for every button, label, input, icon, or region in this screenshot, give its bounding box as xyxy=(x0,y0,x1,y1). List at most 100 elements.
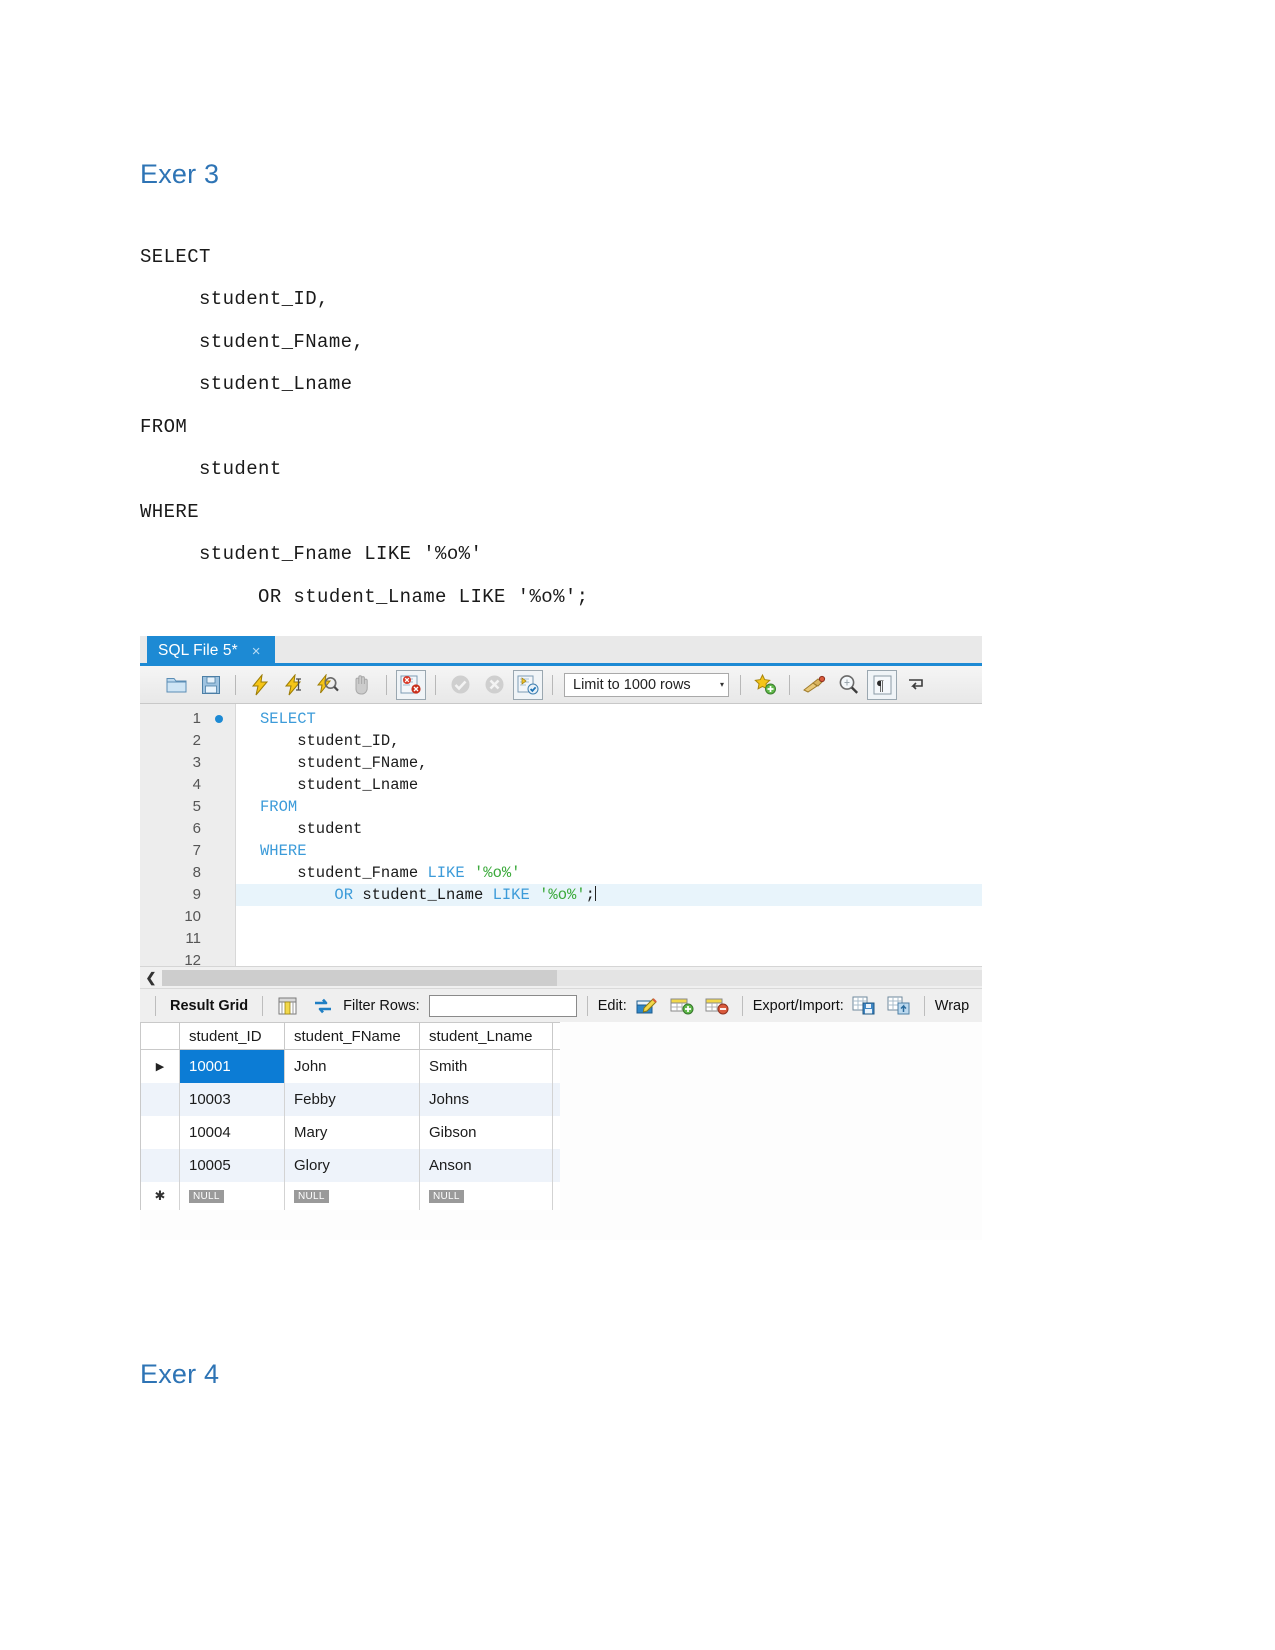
new-row-marker[interactable]: ✱ xyxy=(141,1182,180,1210)
row-limit-dropdown[interactable]: Limit to 1000 rows ▾ xyxy=(564,672,729,697)
add-row-icon[interactable] xyxy=(667,991,697,1021)
table-cell[interactable]: John xyxy=(285,1050,420,1083)
mysql-workbench-screenshot: SQL File 5* × Limit to 1000 rows ▾ ¶ 1 2… xyxy=(140,636,982,1240)
svg-text:¶: ¶ xyxy=(877,678,884,694)
editor-horizontal-scrollbar[interactable]: ❮ xyxy=(140,966,982,988)
find-icon[interactable] xyxy=(833,670,863,700)
toolbar-separator xyxy=(923,995,925,1016)
table-cell[interactable]: Anson xyxy=(420,1149,553,1182)
row-marker-header xyxy=(141,1023,180,1049)
sql-code-block: SELECT student_ID, student_FName, studen… xyxy=(140,236,1140,619)
toggle-stop-on-error-icon[interactable] xyxy=(396,669,426,700)
explain-statement-icon[interactable] xyxy=(313,670,343,700)
column-header[interactable]: student_Lname xyxy=(420,1023,553,1049)
toolbar-separator xyxy=(740,674,741,695)
row-marker[interactable] xyxy=(141,1149,180,1182)
filter-rows-input[interactable] xyxy=(428,994,577,1017)
editor-toolbar: Limit to 1000 rows ▾ ¶ xyxy=(140,666,982,704)
delete-row-icon[interactable] xyxy=(702,991,732,1021)
rollback-icon[interactable] xyxy=(479,670,509,700)
export-recordset-icon[interactable] xyxy=(849,991,879,1021)
sql-identifier: student_ID, xyxy=(260,732,400,750)
sql-text-line: FROM xyxy=(140,415,188,438)
line-number: 6 xyxy=(192,820,201,837)
code-line[interactable]: FROM xyxy=(236,796,982,818)
save-script-icon[interactable] xyxy=(196,670,226,700)
table-cell[interactable]: Febby xyxy=(285,1083,420,1116)
wrap-label: Wrap xyxy=(934,997,970,1014)
row-marker[interactable] xyxy=(141,1116,180,1149)
sql-keyword: LIKE xyxy=(427,864,465,882)
code-line[interactable]: student_Fname LIKE '%o%' xyxy=(236,862,982,884)
table-row[interactable]: 10005 Glory Anson xyxy=(141,1149,560,1182)
result-grid-label: Result Grid xyxy=(170,997,249,1014)
table-row[interactable]: ▶ 10001 John Smith xyxy=(141,1050,560,1083)
open-sql-script-icon[interactable] xyxy=(162,670,192,700)
sql-text-line: student_Fname LIKE '%o%' xyxy=(140,543,483,566)
table-cell[interactable]: 10001 xyxy=(180,1050,285,1083)
commit-icon[interactable] xyxy=(445,670,475,700)
close-icon[interactable]: × xyxy=(252,644,261,659)
tab-label: SQL File 5* xyxy=(158,642,238,659)
execute-current-statement-icon[interactable] xyxy=(279,670,309,700)
editor-code-area[interactable]: SELECT student_ID, student_FName, studen… xyxy=(236,704,982,966)
scrollbar-track[interactable] xyxy=(162,969,982,986)
sql-identifier: student_FName, xyxy=(260,754,428,772)
sql-text-line: student xyxy=(140,458,282,481)
stop-script-icon[interactable] xyxy=(347,670,377,700)
toolbar-separator xyxy=(155,995,156,1016)
column-header[interactable]: student_ID xyxy=(180,1023,285,1049)
table-cell[interactable]: 10004 xyxy=(180,1116,285,1149)
beautify-query-icon[interactable] xyxy=(799,670,829,700)
sql-keyword: SELECT xyxy=(260,710,316,728)
code-line[interactable]: student_ID, xyxy=(236,730,982,752)
table-row[interactable]: 10004 Mary Gibson xyxy=(141,1116,560,1149)
edit-row-icon[interactable] xyxy=(632,991,662,1021)
sql-identifier: ; xyxy=(585,886,595,904)
import-recordset-icon[interactable] xyxy=(884,991,914,1021)
table-cell[interactable]: 10005 xyxy=(180,1149,285,1182)
code-line[interactable]: OR student_Lname LIKE '%o%'; xyxy=(236,884,982,906)
scrollbar-thumb[interactable] xyxy=(162,969,557,986)
code-line[interactable] xyxy=(236,928,982,950)
table-cell[interactable]: Glory xyxy=(285,1149,420,1182)
save-snippet-icon[interactable] xyxy=(750,670,780,700)
code-line[interactable]: student_Lname xyxy=(236,774,982,796)
tab-sql-file-5[interactable]: SQL File 5* × xyxy=(147,636,275,666)
page-title-exer-4: Exer 4 xyxy=(140,1359,220,1389)
row-marker[interactable]: ▶ xyxy=(141,1050,180,1083)
refresh-icon[interactable] xyxy=(308,991,338,1021)
toggle-autocommit-icon[interactable] xyxy=(513,669,543,700)
show-invisible-chars-icon[interactable]: ¶ xyxy=(867,669,897,700)
table-cell[interactable]: Smith xyxy=(420,1050,553,1083)
line-number: 8 xyxy=(192,864,201,881)
results-table[interactable]: student_ID student_FName student_Lname ▶ 100… xyxy=(140,1022,560,1210)
sql-identifier: student_Fname xyxy=(260,864,428,882)
sql-keyword: OR xyxy=(334,886,354,904)
code-line[interactable]: student_FName, xyxy=(236,752,982,774)
chevron-down-icon[interactable]: ▾ xyxy=(720,680,724,689)
code-line[interactable]: WHERE xyxy=(236,840,982,862)
table-cell[interactable]: 10003 xyxy=(180,1083,285,1116)
sql-editor[interactable]: 1 2 3 4 5 6 7 8 9 10 11 12 SELECT studen… xyxy=(140,704,982,969)
table-cell-null[interactable]: NULL xyxy=(180,1182,285,1210)
breakpoint-dot-icon[interactable] xyxy=(215,715,223,723)
table-cell[interactable]: Gibson xyxy=(420,1116,553,1149)
table-cell-null[interactable]: NULL xyxy=(285,1182,420,1210)
toolbar-separator xyxy=(552,674,553,695)
code-line[interactable] xyxy=(236,906,982,928)
table-cell[interactable]: Mary xyxy=(285,1116,420,1149)
grid-view-icon[interactable] xyxy=(273,991,303,1021)
code-line[interactable]: SELECT xyxy=(236,708,982,730)
table-cell-null[interactable]: NULL xyxy=(420,1182,553,1210)
new-row-placeholder[interactable]: ✱ NULL NULL NULL xyxy=(141,1182,560,1210)
code-line[interactable]: student xyxy=(236,818,982,840)
row-marker[interactable] xyxy=(141,1083,180,1116)
column-header[interactable]: student_FName xyxy=(285,1023,420,1049)
table-row[interactable]: 10003 Febby Johns xyxy=(141,1083,560,1116)
execute-statement-icon[interactable] xyxy=(245,670,275,700)
toggle-wrapping-icon[interactable] xyxy=(901,670,931,700)
table-cell[interactable]: Johns xyxy=(420,1083,553,1116)
line-number: 1 xyxy=(140,708,235,730)
toolbar-separator xyxy=(235,674,236,695)
